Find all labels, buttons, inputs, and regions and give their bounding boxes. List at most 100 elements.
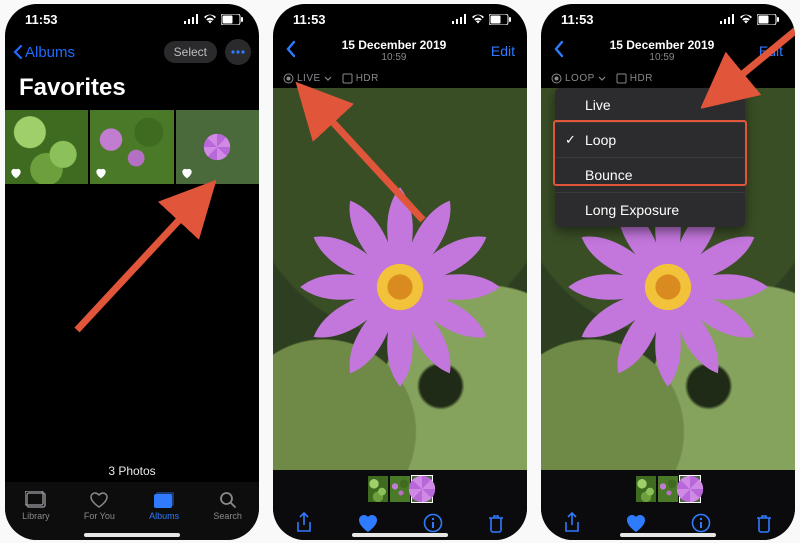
status-bar: 11:53	[273, 4, 527, 34]
thumbnail-strip[interactable]	[273, 474, 527, 506]
tab-search[interactable]: Search	[213, 491, 242, 521]
back-label: Albums	[25, 44, 75, 61]
photos-count: 3 Photos	[5, 464, 259, 478]
status-bar: 11:53	[541, 4, 795, 34]
photo-toolbar	[541, 470, 795, 540]
strip-thumb-selected[interactable]	[680, 476, 700, 502]
info-button[interactable]	[423, 513, 443, 533]
edit-button[interactable]: Edit	[491, 43, 515, 59]
trash-icon	[487, 513, 505, 533]
menu-item-live[interactable]: Live	[555, 88, 745, 122]
loop-badge[interactable]: LOOP	[551, 72, 606, 84]
albums-icon	[153, 491, 175, 509]
photo-badges: LIVE HDR	[273, 68, 527, 88]
status-time: 11:53	[561, 12, 594, 27]
home-indicator[interactable]	[620, 533, 716, 537]
back-button[interactable]	[553, 40, 565, 63]
screen-live-menu: 11:53 15 December 2019 10:59 Edit LOOP	[541, 4, 795, 540]
live-badge[interactable]: LIVE	[283, 72, 332, 84]
live-effect-menu: Live Loop Bounce Long Exposure	[555, 88, 745, 227]
hdr-icon	[616, 73, 627, 84]
screen-photo-detail: 11:53 15 December 2019 10:59 Edit LIVE	[273, 4, 527, 540]
menu-item-bounce[interactable]: Bounce	[555, 157, 745, 192]
heart-filled-icon	[357, 513, 379, 533]
photo-content	[295, 182, 505, 392]
status-time: 11:53	[25, 12, 58, 27]
share-icon	[295, 512, 313, 534]
strip-thumb-selected[interactable]	[412, 476, 432, 502]
favorite-button[interactable]	[357, 513, 379, 533]
select-button[interactable]: Select	[164, 41, 217, 63]
photo-navbar: 15 December 2019 10:59 Edit	[541, 34, 795, 68]
tab-foryou[interactable]: For You	[84, 491, 115, 521]
delete-button[interactable]	[755, 513, 773, 533]
screen-favorites: 11:53 Albums Select Favorites	[5, 4, 259, 540]
photo-navbar: 15 December 2019 10:59 Edit	[273, 34, 527, 68]
live-icon	[551, 73, 562, 84]
photo-toolbar	[273, 470, 527, 540]
info-button[interactable]	[691, 513, 711, 533]
hdr-icon	[342, 73, 353, 84]
photo-date: 15 December 2019 10:59	[342, 39, 447, 63]
photo-badges: LOOP HDR	[541, 68, 795, 88]
status-time: 11:53	[293, 12, 326, 27]
heart-icon	[89, 491, 109, 509]
favorite-icon	[180, 166, 194, 180]
photo-date: 15 December 2019 10:59	[610, 39, 715, 63]
share-button[interactable]	[295, 512, 313, 534]
signal-icon	[184, 14, 199, 24]
back-button[interactable]	[285, 40, 297, 63]
tab-albums[interactable]: Albums	[149, 491, 179, 521]
thumbnail-strip[interactable]	[541, 474, 795, 506]
trash-icon	[755, 513, 773, 533]
status-icons	[452, 14, 511, 25]
home-indicator[interactable]	[352, 533, 448, 537]
status-bar: 11:53	[5, 4, 259, 34]
wifi-icon	[739, 14, 753, 24]
chevron-down-icon	[324, 76, 332, 81]
annotation-arrow	[67, 180, 227, 340]
chevron-left-icon	[553, 40, 565, 58]
hdr-badge: HDR	[342, 72, 379, 84]
share-button[interactable]	[563, 512, 581, 534]
delete-button[interactable]	[487, 513, 505, 533]
heart-filled-icon	[625, 513, 647, 533]
page-title: Favorites	[5, 70, 259, 110]
navbar: Albums Select	[5, 34, 259, 70]
menu-item-long-exposure[interactable]: Long Exposure	[555, 192, 745, 227]
signal-icon	[452, 14, 467, 24]
back-to-albums[interactable]: Albums	[13, 44, 75, 61]
library-icon	[25, 491, 47, 509]
info-icon	[691, 513, 711, 533]
status-icons	[720, 14, 779, 25]
search-icon	[219, 491, 237, 509]
photo-viewer[interactable]	[273, 88, 527, 470]
strip-thumb[interactable]	[636, 476, 656, 502]
ellipsis-icon	[231, 50, 245, 54]
battery-icon	[757, 14, 779, 25]
favorite-button[interactable]	[625, 513, 647, 533]
chevron-left-icon	[285, 40, 297, 58]
photo-grid	[5, 110, 259, 184]
wifi-icon	[203, 14, 217, 24]
tab-bar: Library For You Albums Search	[5, 482, 259, 540]
chevron-left-icon	[13, 44, 23, 60]
thumbnail[interactable]	[90, 110, 173, 184]
tab-library[interactable]: Library	[22, 491, 50, 521]
edit-button[interactable]: Edit	[759, 43, 783, 59]
menu-item-loop[interactable]: Loop	[555, 122, 745, 157]
thumbnail[interactable]	[5, 110, 88, 184]
hdr-badge: HDR	[616, 72, 653, 84]
home-indicator[interactable]	[84, 533, 180, 537]
live-icon	[283, 73, 294, 84]
thumbnail[interactable]	[176, 110, 259, 184]
more-button[interactable]	[225, 39, 251, 65]
favorite-icon	[9, 166, 23, 180]
strip-thumb[interactable]	[368, 476, 388, 502]
info-icon	[423, 513, 443, 533]
wifi-icon	[471, 14, 485, 24]
favorite-icon	[94, 166, 108, 180]
status-icons	[184, 14, 243, 25]
battery-icon	[221, 14, 243, 25]
signal-icon	[720, 14, 735, 24]
